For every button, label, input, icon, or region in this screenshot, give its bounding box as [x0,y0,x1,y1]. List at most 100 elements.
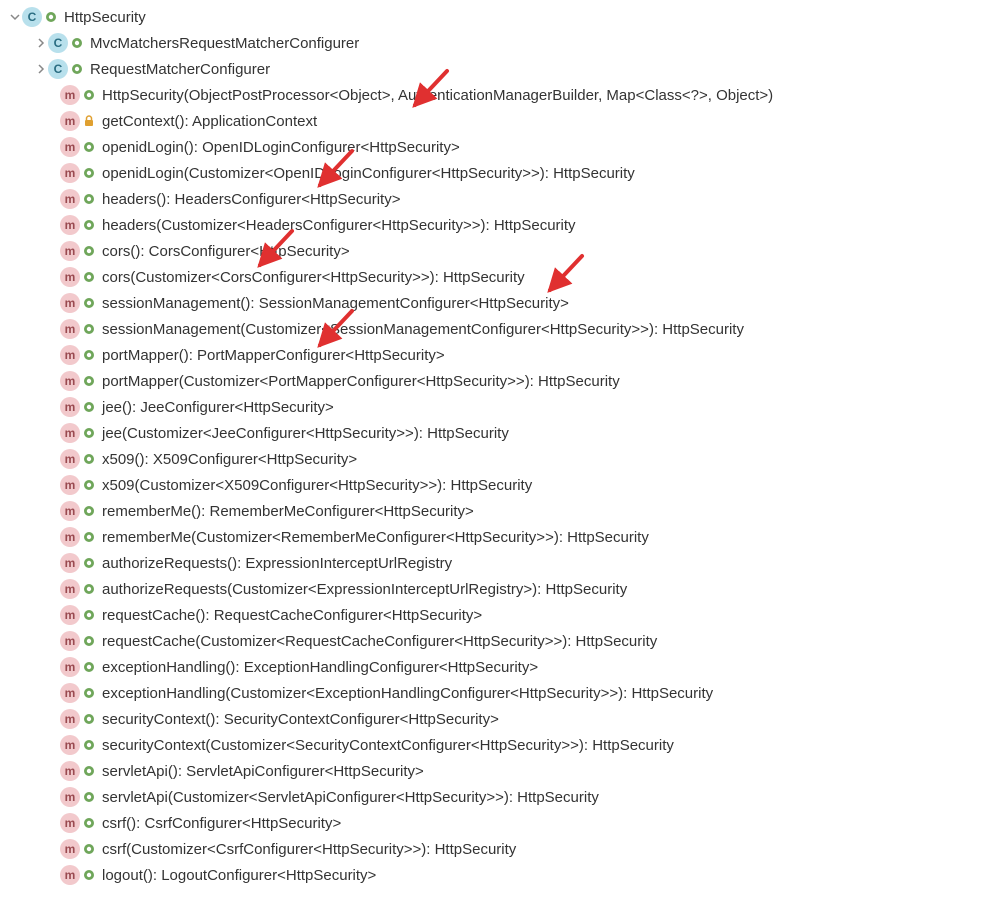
public-visibility-icon [82,452,96,466]
item-label: csrf(Customizer<CsrfConfigurer<HttpSecur… [102,841,516,858]
item-label: rememberMe(): RememberMeConfigurer<HttpS… [102,503,474,520]
collapse-arrow-icon[interactable] [8,12,22,22]
method-node[interactable]: m sessionManagement(): SessionManagementC… [4,290,996,316]
public-visibility-icon [82,790,96,804]
item-label: requestCache(Customizer<RequestCacheConf… [102,633,657,650]
item-label: securityContext(Customizer<SecurityConte… [102,737,674,754]
method-node[interactable]: mservletApi(): ServletApiConfigurer<Http… [4,758,996,784]
method-node[interactable]: m authorizeRequests(Customizer<Expression… [4,576,996,602]
item-label: rememberMe(Customizer<RememberMeConfigur… [102,529,649,546]
public-visibility-icon [82,504,96,518]
method-icon: m [60,85,80,105]
method-node[interactable]: mheaders(Customizer<HeadersConfigurer<Ht… [4,212,996,238]
method-icon: m [60,293,80,313]
method-icon: m [60,787,80,807]
method-icon: m [60,189,80,209]
item-label: logout(): LogoutConfigurer<HttpSecurity> [102,867,376,884]
public-visibility-icon [82,842,96,856]
method-node[interactable]: mexceptionHandling(Customizer<ExceptionH… [4,680,996,706]
method-node[interactable]: m getContext(): ApplicationContext [4,108,996,134]
class-node-root[interactable]: C HttpSecurity [4,4,996,30]
method-icon: m [60,111,80,131]
method-node[interactable]: mopenidLogin(): OpenIDLoginConfigurer<Ht… [4,134,996,160]
method-node[interactable]: mexceptionHandling(): ExceptionHandlingC… [4,654,996,680]
class-node[interactable]: CMvcMatchersRequestMatcherConfigurer [4,30,996,56]
method-node[interactable]: m csrf(Customizer<CsrfConfigurer<HttpSecu… [4,836,996,862]
expand-arrow-icon[interactable] [34,64,48,74]
method-node[interactable]: mx509(Customizer<X509Configurer<HttpSecu… [4,472,996,498]
method-icon: m [60,241,80,261]
item-label: jee(Customizer<JeeConfigurer<HttpSecurit… [102,425,509,442]
method-icon: m [60,319,80,339]
item-label: headers(Customizer<HeadersConfigurer<Htt… [102,217,576,234]
class-node[interactable]: CRequestMatcherConfigurer [4,56,996,82]
public-visibility-icon [82,764,96,778]
method-node[interactable]: mauthorizeRequests(): ExpressionIntercep… [4,550,996,576]
method-node[interactable]: msessionManagement(Customizer<SessionMan… [4,316,996,342]
method-node[interactable]: mcors(): CorsConfigurer<HttpSecurity> [4,238,996,264]
public-visibility-icon [82,686,96,700]
method-node[interactable]: mportMapper(): PortMapperConfigurer<Http… [4,342,996,368]
method-icon: m [60,371,80,391]
method-node[interactable]: mrememberMe(Customizer<RememberMeConfigu… [4,524,996,550]
public-visibility-icon [82,192,96,206]
method-icon: m [60,839,80,859]
item-label: getContext(): ApplicationContext [102,113,317,130]
public-visibility-icon [82,738,96,752]
item-label: authorizeRequests(Customizer<ExpressionI… [102,581,627,598]
method-node[interactable]: msecurityContext(Customizer<SecurityCont… [4,732,996,758]
method-node[interactable]: mcsrf(): CsrfConfigurer<HttpSecurity> [4,810,996,836]
method-node[interactable]: m logout(): LogoutConfigurer<HttpSecurity… [4,862,996,888]
method-icon: m [60,631,80,651]
method-icon: m [60,761,80,781]
method-icon: m [60,579,80,599]
public-visibility-icon [82,166,96,180]
item-label: RequestMatcherConfigurer [90,61,270,78]
item-label: sessionManagement(): SessionManagementCo… [102,295,569,312]
method-icon: m [60,267,80,287]
method-node[interactable]: mopenidLogin(Customizer<OpenIDLoginConfi… [4,160,996,186]
method-node[interactable]: msecurityContext(): SecurityContextConfi… [4,706,996,732]
public-visibility-icon [82,660,96,674]
method-node[interactable]: mservletApi(Customizer<ServletApiConfigu… [4,784,996,810]
method-node[interactable]: m requestCache(Customizer<RequestCacheCon… [4,628,996,654]
public-visibility-icon [44,10,58,24]
expand-arrow-icon[interactable] [34,38,48,48]
public-visibility-icon [82,816,96,830]
item-label: jee(): JeeConfigurer<HttpSecurity> [102,399,334,416]
method-icon: m [60,475,80,495]
method-node[interactable]: mportMapper(Customizer<PortMapperConfigu… [4,368,996,394]
method-icon: m [60,423,80,443]
method-icon: m [60,683,80,703]
method-icon: m [60,657,80,677]
public-visibility-icon [82,296,96,310]
public-visibility-icon [82,374,96,388]
item-label: authorizeRequests(): ExpressionIntercept… [102,555,452,572]
item-label: securityContext(): SecurityContextConfig… [102,711,499,728]
method-node[interactable]: mrequestCache(): RequestCacheConfigurer<… [4,602,996,628]
item-label: portMapper(): PortMapperConfigurer<HttpS… [102,347,445,364]
item-label: HttpSecurity [64,9,146,26]
public-visibility-icon [82,712,96,726]
method-node[interactable]: m cors(Customizer<CorsConfigurer<HttpSecu… [4,264,996,290]
method-node[interactable]: mrememberMe(): RememberMeConfigurer<Http… [4,498,996,524]
public-visibility-icon [70,36,84,50]
method-node[interactable]: m jee(Customizer<JeeConfigurer<HttpSecuri… [4,420,996,446]
public-visibility-icon [82,868,96,882]
method-node[interactable]: mheaders(): HeadersConfigurer<HttpSecuri… [4,186,996,212]
public-visibility-icon [70,62,84,76]
item-label: openidLogin(): OpenIDLoginConfigurer<Htt… [102,139,460,156]
method-icon: m [60,865,80,885]
item-label: MvcMatchersRequestMatcherConfigurer [90,35,359,52]
public-visibility-icon [82,244,96,258]
method-node[interactable]: mjee(): JeeConfigurer<HttpSecurity> [4,394,996,420]
item-label: cors(Customizer<CorsConfigurer<HttpSecur… [102,269,525,286]
class-icon: C [22,7,42,27]
public-visibility-icon [82,556,96,570]
method-node[interactable]: mx509(): X509Configurer<HttpSecurity> [4,446,996,472]
method-node[interactable]: mHttpSecurity(ObjectPostProcessor<Object… [4,82,996,108]
public-visibility-icon [82,348,96,362]
method-icon: m [60,605,80,625]
public-visibility-icon [82,634,96,648]
public-visibility-icon [82,608,96,622]
